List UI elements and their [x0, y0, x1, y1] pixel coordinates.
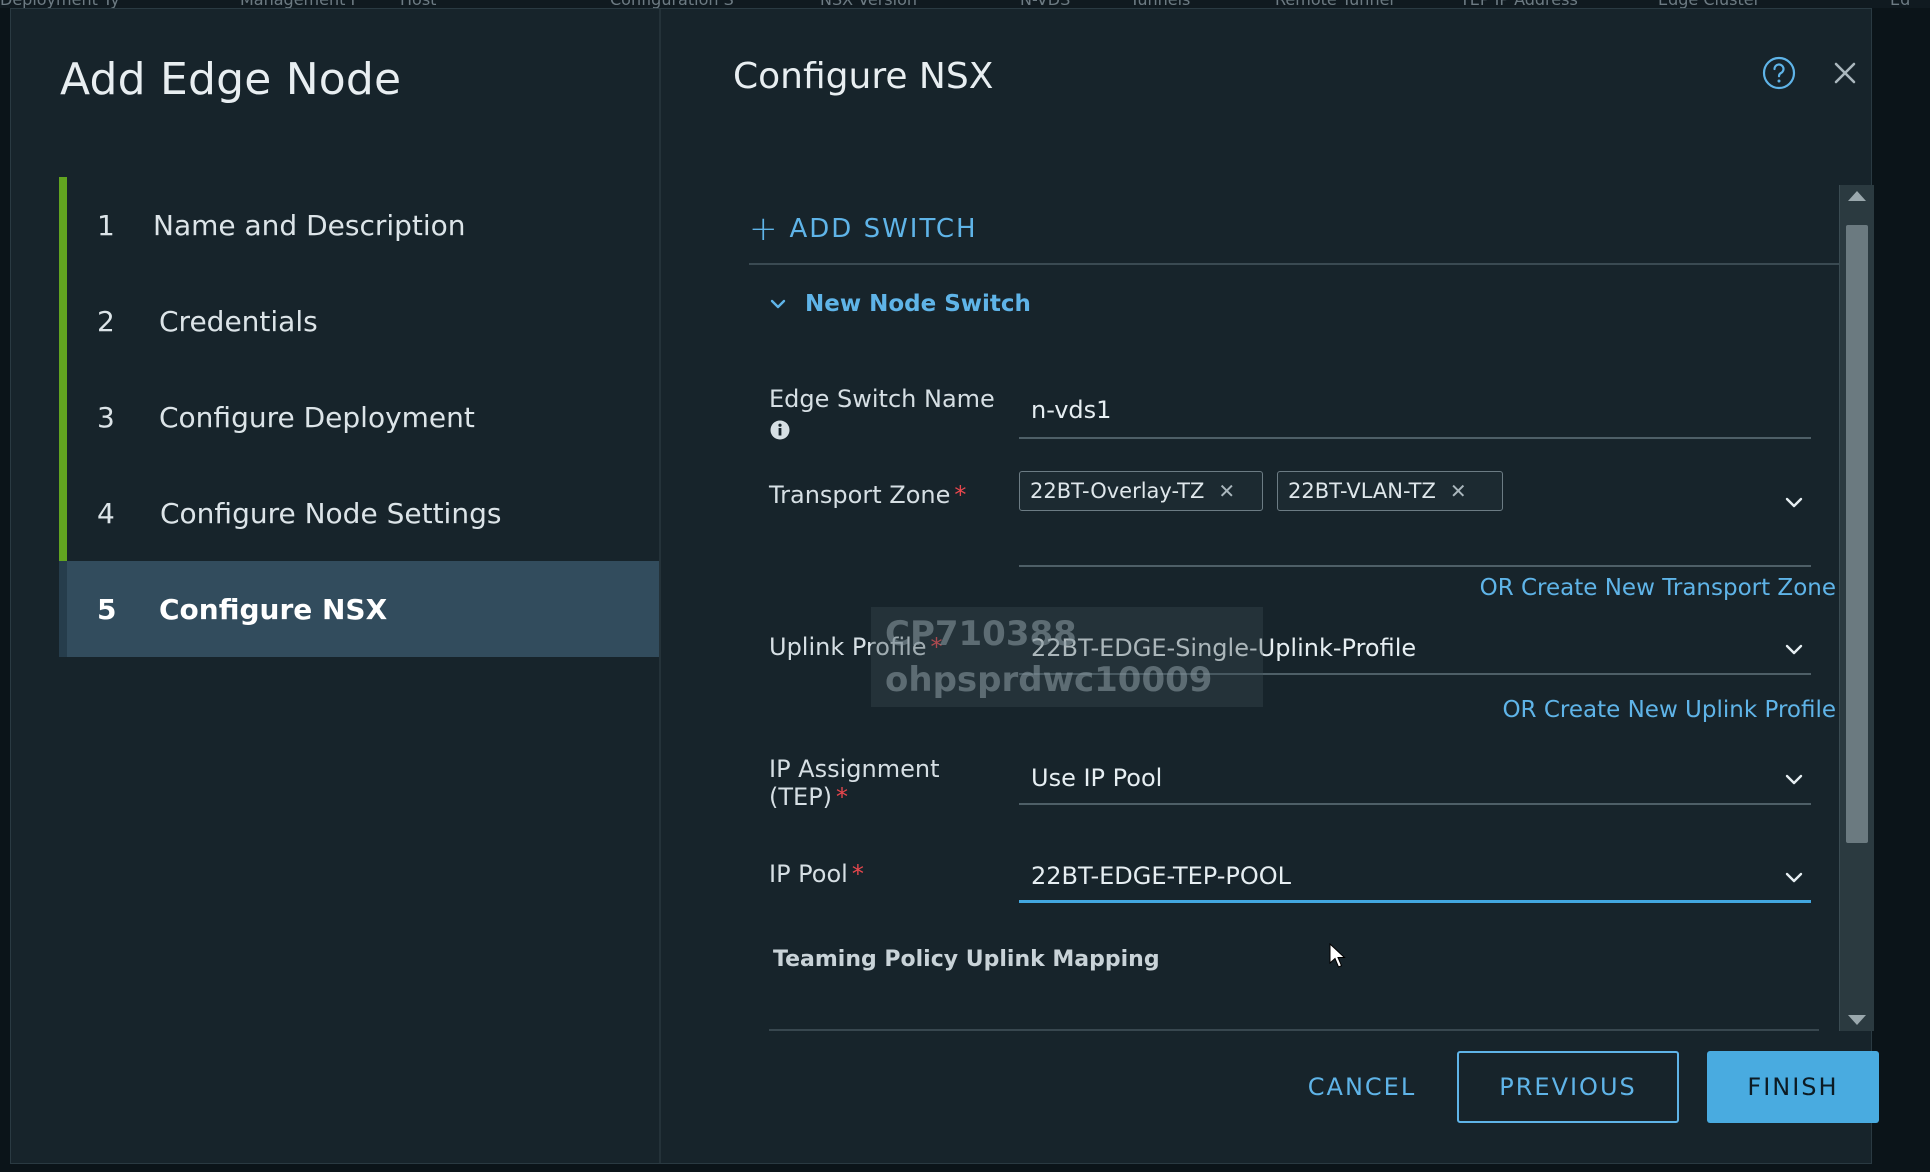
bg-col: Management I — [240, 0, 355, 8]
new-node-switch-toggle[interactable]: New Node Switch — [769, 291, 1031, 317]
watermark-overlay: CP710388 ohpsprdwc10009 — [871, 607, 1263, 707]
ip-assignment-label: IP Assignment (TEP) * — [769, 755, 939, 811]
edge-switch-name-input[interactable]: n-vds1 — [1019, 385, 1811, 439]
help-icon[interactable] — [1761, 55, 1797, 91]
ip-pool-select[interactable]: 22BT-EDGE-TEP-POOL — [1019, 853, 1811, 903]
scroll-up-arrow-icon[interactable] — [1848, 191, 1866, 201]
plus-icon: + — [749, 209, 780, 249]
bg-col: Remote Tunnel — [1275, 0, 1394, 8]
scroll-down-arrow-icon[interactable] — [1848, 1015, 1866, 1025]
tag-label: 22BT-VLAN-TZ — [1288, 479, 1436, 503]
bg-col: NSX Version — [820, 0, 917, 8]
watermark-line: CP710388 — [885, 614, 1077, 654]
bg-col: Deployment Ty — [0, 0, 120, 8]
label-text: IP Assignment — [769, 755, 940, 783]
step-label: Configure Node Settings — [160, 496, 502, 530]
watermark-line: ohpsprdwc10009 — [885, 660, 1213, 700]
chevron-down-icon — [1785, 872, 1803, 883]
step-complete-bar — [59, 369, 67, 465]
previous-button[interactable]: PREVIOUS — [1457, 1051, 1679, 1123]
create-uplink-profile-link[interactable]: OR Create New Uplink Profile — [1502, 697, 1836, 723]
divider — [749, 263, 1839, 265]
bg-col: Edge Cluster — [1658, 0, 1760, 8]
step-number: 2 — [97, 304, 115, 338]
add-edge-node-dialog: Add Edge Node 1 Name and Description 2 C… — [10, 8, 1879, 1164]
chevron-down-icon — [1785, 774, 1803, 785]
bg-col: Ed — [1890, 0, 1910, 8]
create-transport-zone-link[interactable]: OR Create New Transport Zone — [1480, 575, 1836, 601]
page-title: Configure NSX — [733, 56, 994, 97]
chevron-down-icon[interactable] — [1783, 491, 1805, 513]
transport-zone-tag: 22BT-Overlay-TZ ✕ — [1019, 471, 1263, 511]
label-text: (TEP) — [769, 783, 833, 811]
scroll-thumb[interactable] — [1846, 225, 1868, 843]
step-configure-nsx[interactable]: 5 Configure NSX — [59, 561, 659, 657]
step-complete-bar — [59, 177, 67, 273]
step-label: Name and Description — [153, 208, 466, 242]
input-value: n-vds1 — [1031, 396, 1112, 424]
step-name-and-description[interactable]: 1 Name and Description — [59, 177, 659, 273]
remove-tag-icon[interactable]: ✕ — [1450, 479, 1467, 503]
wizard-title: Add Edge Node — [60, 54, 402, 105]
label-text: IP Pool — [769, 860, 848, 888]
ip-assignment-select[interactable]: Use IP Pool — [1019, 755, 1811, 805]
step-complete-bar — [59, 465, 67, 561]
form-scrollbar[interactable] — [1839, 185, 1874, 1031]
info-icon[interactable] — [769, 419, 791, 441]
configure-nsx-pane: Configure NSX + ADD SWITCH New Node Swit… — [661, 9, 1874, 1163]
transport-zone-tag: 22BT-VLAN-TZ ✕ — [1277, 471, 1503, 511]
step-label: Credentials — [159, 304, 318, 338]
step-active-bar — [59, 561, 67, 657]
add-switch-button[interactable]: + ADD SWITCH — [749, 209, 978, 249]
step-label: Configure Deployment — [159, 400, 475, 434]
step-credentials[interactable]: 2 Credentials — [59, 273, 659, 369]
label-text: Edge Switch Name — [769, 385, 995, 413]
step-number: 1 — [97, 208, 115, 242]
close-icon[interactable] — [1827, 55, 1863, 91]
step-label: Configure NSX — [159, 592, 388, 626]
background-table-header: Deployment Ty Management I Host Configur… — [0, 0, 1930, 8]
required-marker: * — [954, 481, 967, 509]
step-complete-bar — [59, 273, 67, 369]
divider — [769, 1029, 1819, 1031]
cancel-button[interactable]: CANCEL — [1297, 1051, 1427, 1123]
finish-button[interactable]: FINISH — [1707, 1051, 1879, 1123]
transport-zone-select[interactable]: 22BT-Overlay-TZ ✕ 22BT-VLAN-TZ ✕ — [1019, 471, 1811, 567]
remove-tag-icon[interactable]: ✕ — [1218, 479, 1235, 503]
add-switch-label: ADD SWITCH — [789, 214, 978, 244]
bg-col: N-VDS — [1020, 0, 1070, 8]
bg-col: Tunnels — [1130, 0, 1190, 8]
select-value: Use IP Pool — [1031, 764, 1163, 792]
label-text: Transport Zone — [769, 481, 951, 509]
bg-col: Configuration S — [610, 0, 734, 8]
step-configure-deployment[interactable]: 3 Configure Deployment — [59, 369, 659, 465]
step-number: 3 — [97, 400, 115, 434]
wizard-step-list: 1 Name and Description 2 Credentials 3 C… — [59, 177, 659, 657]
required-marker: * — [836, 783, 849, 811]
step-configure-node-settings[interactable]: 4 Configure Node Settings — [59, 465, 659, 561]
wizard-steps-pane: Add Edge Node 1 Name and Description 2 C… — [11, 9, 659, 1163]
step-number: 5 — [97, 592, 117, 626]
step-number: 4 — [97, 496, 115, 530]
select-value: 22BT-EDGE-TEP-POOL — [1031, 862, 1292, 890]
ip-pool-label: IP Pool * — [769, 860, 864, 888]
bg-col: Host — [400, 0, 436, 8]
node-switch-label: New Node Switch — [805, 291, 1031, 317]
transport-zone-label: Transport Zone * — [769, 481, 966, 509]
bg-col: TEP IP Address — [1460, 0, 1578, 8]
chevron-down-icon — [1785, 644, 1803, 655]
teaming-policy-heading: Teaming Policy Uplink Mapping — [773, 947, 1160, 972]
edge-switch-name-label: Edge Switch Name — [769, 385, 995, 447]
chevron-down-icon — [770, 299, 786, 309]
mouse-cursor-icon — [1329, 943, 1346, 968]
tag-label: 22BT-Overlay-TZ — [1030, 479, 1205, 503]
required-marker: * — [851, 860, 864, 888]
